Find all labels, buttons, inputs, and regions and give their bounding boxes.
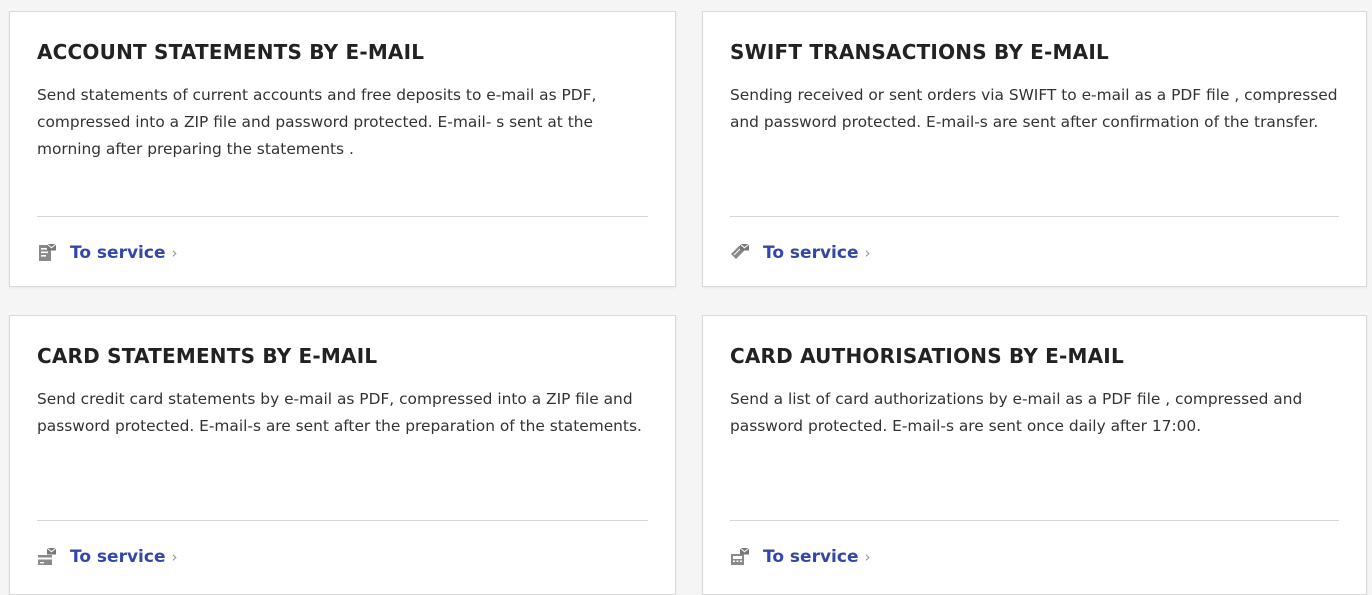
- card-divider: [37, 520, 648, 521]
- card-divider: [730, 216, 1339, 217]
- card-title: CARD STATEMENTS BY E-MAIL: [37, 344, 378, 368]
- tag-mail-icon: [731, 243, 750, 259]
- service-card-card-authorisations: CARD AUTHORISATIONS BY E-MAIL Send a lis…: [702, 315, 1367, 595]
- to-service-link-card-authorisations[interactable]: To service ›: [730, 543, 870, 571]
- chevron-right-icon: ›: [171, 548, 178, 566]
- to-service-label: To service: [763, 547, 859, 567]
- to-service-link-swift-transactions[interactable]: To service ›: [730, 239, 870, 267]
- chevron-right-icon: ›: [864, 548, 871, 566]
- card-divider: [37, 216, 648, 217]
- chevron-right-icon: ›: [171, 244, 178, 262]
- card-description: Sending received or sent orders via SWIF…: [730, 86, 1338, 131]
- to-service-label: To service: [763, 243, 859, 263]
- chevron-right-icon: ›: [864, 244, 871, 262]
- document-mail-icon: [39, 243, 57, 261]
- card-description: Send credit card statements by e-mail as…: [37, 390, 642, 435]
- card-description: Send a list of card authorizations by e-…: [730, 390, 1303, 435]
- card-terminal-mail-icon: [731, 547, 750, 565]
- to-service-link-account-statements[interactable]: To service ›: [37, 239, 177, 267]
- card-title: SWIFT TRANSACTIONS BY E-MAIL: [730, 40, 1109, 64]
- service-card-card-statements: CARD STATEMENTS BY E-MAIL Send credit ca…: [9, 315, 676, 595]
- service-card-swift-transactions: SWIFT TRANSACTIONS BY E-MAIL Sending rec…: [702, 11, 1367, 287]
- card-mail-icon: [38, 547, 57, 565]
- card-description: Send statements of current accounts and …: [37, 86, 597, 158]
- to-service-link-card-statements[interactable]: To service ›: [37, 543, 177, 571]
- card-title: CARD AUTHORISATIONS BY E-MAIL: [730, 344, 1124, 368]
- service-card-account-statements: ACCOUNT STATEMENTS BY E-MAIL Send statem…: [9, 11, 676, 287]
- to-service-label: To service: [70, 243, 166, 263]
- card-title: ACCOUNT STATEMENTS BY E-MAIL: [37, 40, 425, 64]
- card-divider: [730, 520, 1339, 521]
- to-service-label: To service: [70, 547, 166, 567]
